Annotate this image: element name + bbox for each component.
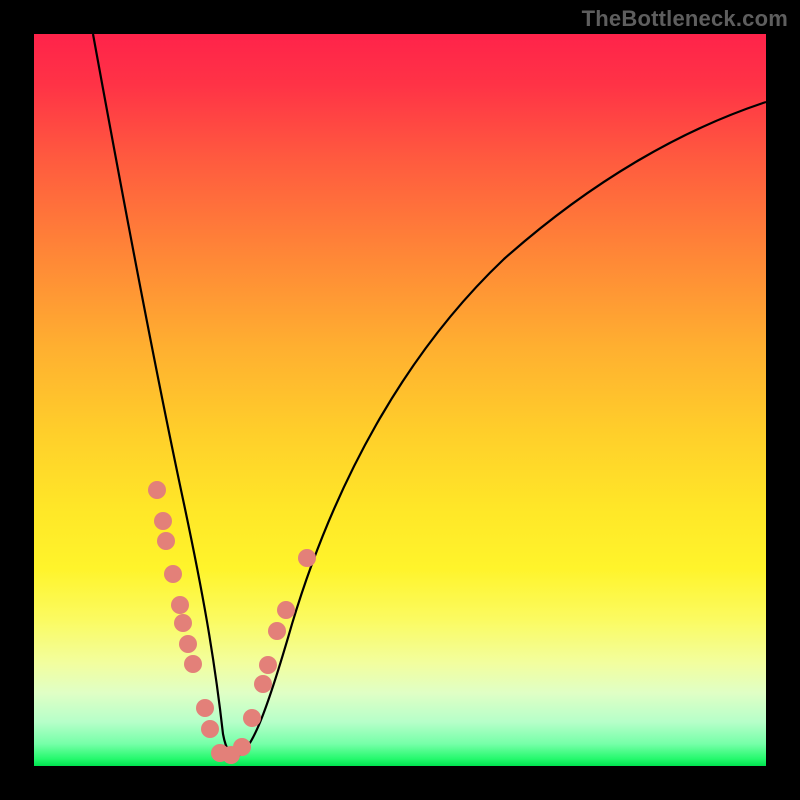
scatter-dot xyxy=(154,512,172,530)
scatter-dot xyxy=(184,655,202,673)
v-curve xyxy=(34,34,766,766)
scatter-dot xyxy=(174,614,192,632)
scatter-dot xyxy=(268,622,286,640)
plot-area xyxy=(34,34,766,766)
scatter-dot xyxy=(196,699,214,717)
chart-frame: TheBottleneck.com xyxy=(0,0,800,800)
scatter-dot xyxy=(179,635,197,653)
scatter-dot xyxy=(259,656,277,674)
scatter-dot xyxy=(254,675,272,693)
scatter-dot xyxy=(157,532,175,550)
marker-group xyxy=(148,481,316,764)
scatter-dot xyxy=(298,549,316,567)
scatter-dot xyxy=(233,738,251,756)
scatter-dot xyxy=(277,601,295,619)
scatter-dot xyxy=(148,481,166,499)
scatter-dot xyxy=(171,596,189,614)
scatter-dot xyxy=(164,565,182,583)
scatter-dot xyxy=(243,709,261,727)
scatter-dot xyxy=(201,720,219,738)
watermark-text: TheBottleneck.com xyxy=(582,6,788,32)
